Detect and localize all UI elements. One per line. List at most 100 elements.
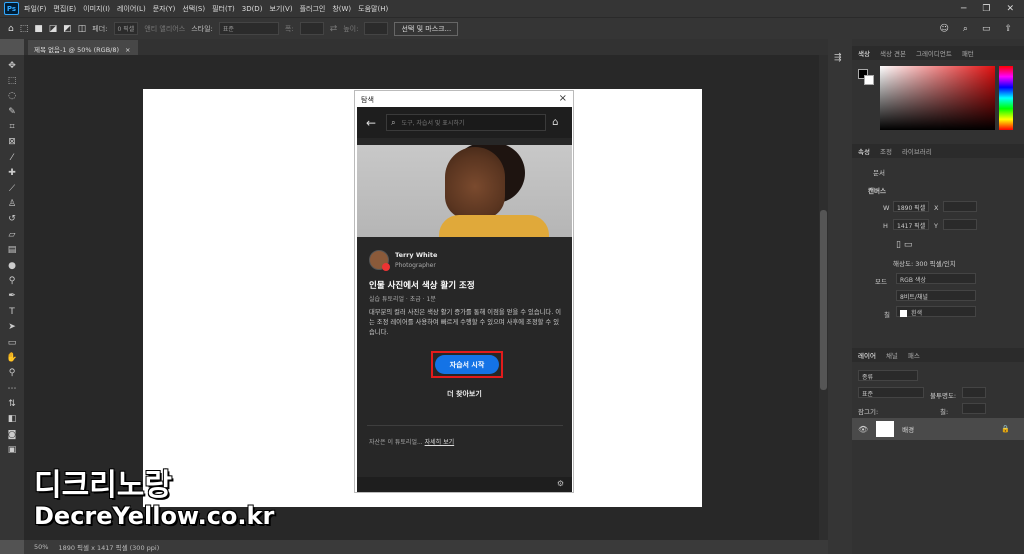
zoom-level[interactable]: 50%: [34, 543, 48, 551]
swap-icon[interactable]: ⇄: [330, 24, 338, 34]
menu-window[interactable]: 창(W): [332, 4, 351, 14]
tab-channels[interactable]: 채널: [886, 350, 898, 360]
document-tab[interactable]: 제목 없음-1 @ 50% (RGB/8) ×: [28, 40, 138, 55]
blur-tool-icon[interactable]: ●: [4, 259, 20, 272]
dodge-tool-icon[interactable]: ⚲: [4, 274, 20, 287]
scrollbar-thumb[interactable]: [820, 210, 827, 390]
dialog-close-icon[interactable]: ×: [559, 93, 567, 104]
menu-layer[interactable]: 레이어(L): [117, 4, 146, 14]
search-icon[interactable]: ⌕: [963, 24, 968, 34]
fill-value: 흰색: [911, 310, 923, 317]
menu-file[interactable]: 파일(F): [24, 4, 46, 14]
menu-image[interactable]: 이미지(I): [83, 4, 110, 14]
healing-brush-tool-icon[interactable]: ✚: [4, 167, 20, 180]
eyedropper-tool-icon[interactable]: ⁄: [4, 151, 20, 164]
tab-swatches[interactable]: 색상 견본: [880, 48, 906, 58]
tab-patterns[interactable]: 패턴: [962, 48, 974, 58]
menu-view[interactable]: 보기(V): [269, 4, 292, 14]
opacity-input[interactable]: [962, 387, 986, 398]
mode-select[interactable]: RGB 색상: [896, 273, 976, 284]
new-selection-icon[interactable]: ■: [34, 24, 43, 34]
orientation-icon[interactable]: ▯ ▭: [896, 240, 912, 250]
find-more-button[interactable]: 더 찾아보기: [357, 389, 572, 399]
canvas-height-input[interactable]: 1417 픽셀: [893, 219, 929, 230]
background-color-swatch[interactable]: [864, 75, 874, 85]
tab-properties[interactable]: 속성: [858, 146, 870, 156]
antialias-checkbox[interactable]: 앤티 앨리어스: [144, 24, 185, 34]
quick-mask-icon[interactable]: ◙: [4, 428, 20, 441]
color-picker-field[interactable]: [880, 66, 995, 130]
history-panel-icon[interactable]: ⇶: [834, 53, 842, 63]
close-window-icon[interactable]: ✕: [1006, 4, 1014, 14]
visibility-eye-icon[interactable]: 👁: [858, 425, 868, 434]
bit-depth-select[interactable]: 8비트/채널: [896, 290, 976, 301]
home-icon[interactable]: ⌂: [8, 24, 14, 34]
learn-more-link[interactable]: 자세히 보기: [425, 439, 455, 446]
tab-adjustments[interactable]: 조정: [880, 146, 892, 156]
menu-plugins[interactable]: 플러그인: [300, 4, 326, 14]
share-icon[interactable]: ⇪: [1004, 24, 1012, 34]
style-select[interactable]: 표준: [218, 22, 279, 35]
feather-input[interactable]: 0 픽셀: [113, 22, 139, 35]
menu-edit[interactable]: 편집(E): [53, 4, 76, 14]
pen-tool-icon[interactable]: ✒: [4, 290, 20, 303]
layer-fill-input[interactable]: [962, 403, 986, 414]
eraser-tool-icon[interactable]: ▱: [4, 228, 20, 241]
canvas-width-input[interactable]: 1890 픽셀: [893, 201, 929, 212]
menu-3d[interactable]: 3D(D): [242, 5, 263, 13]
minimize-icon[interactable]: ─: [961, 4, 966, 14]
foreground-background-colors-icon[interactable]: ◧: [4, 413, 20, 426]
tab-layers[interactable]: 레이어: [858, 350, 876, 360]
discover-search-input[interactable]: ⌕ 도구, 자습서 및 표시하기: [386, 114, 547, 131]
start-tutorial-button[interactable]: 자습서 시작: [435, 355, 499, 374]
more-tools-icon[interactable]: ⋯: [4, 382, 20, 395]
close-tab-icon[interactable]: ×: [125, 46, 130, 54]
layer-row-background[interactable]: 👁 배경 🔒: [852, 418, 1024, 440]
canvas-y-input[interactable]: [943, 219, 977, 230]
tab-paths[interactable]: 패스: [908, 350, 920, 360]
type-tool-icon[interactable]: T: [4, 305, 20, 318]
swap-colors-icon[interactable]: ⇅: [4, 398, 20, 411]
gear-icon[interactable]: ⚙: [557, 479, 564, 488]
maximize-icon[interactable]: ❐: [982, 4, 990, 14]
intersect-selection-icon[interactable]: ◫: [78, 24, 87, 34]
rectangle-tool-icon[interactable]: ▭: [4, 336, 20, 349]
marquee-tool-preset-icon[interactable]: ⬚: [20, 24, 29, 34]
layer-kind-filter[interactable]: 종류: [858, 370, 918, 381]
discover-home-icon[interactable]: ⌂: [552, 117, 558, 128]
crop-tool-icon[interactable]: ⌗: [4, 121, 20, 134]
tab-color[interactable]: 색상: [858, 48, 870, 58]
lock-icon[interactable]: 🔒: [1001, 425, 1010, 433]
width-input[interactable]: [299, 22, 324, 35]
workspace-icon[interactable]: ▭: [982, 24, 991, 34]
history-brush-tool-icon[interactable]: ↺: [4, 213, 20, 226]
select-and-mask-button[interactable]: 선택 및 마스크...: [394, 21, 459, 36]
quick-select-tool-icon[interactable]: ✎: [4, 105, 20, 118]
fill-select[interactable]: 흰색: [896, 306, 976, 317]
hue-slider[interactable]: [999, 66, 1013, 130]
height-input[interactable]: [364, 22, 389, 35]
gradient-tool-icon[interactable]: ▤: [4, 244, 20, 257]
add-selection-icon[interactable]: ◪: [49, 24, 58, 34]
path-selection-tool-icon[interactable]: ➤: [4, 321, 20, 334]
blend-mode-select[interactable]: 표준: [858, 387, 924, 398]
menu-filter[interactable]: 필터(T): [212, 4, 235, 14]
menu-select[interactable]: 선택(S): [182, 4, 205, 14]
marquee-tool-icon[interactable]: ⬚: [4, 74, 20, 87]
hand-tool-icon[interactable]: ✋: [4, 351, 20, 364]
menu-help[interactable]: 도움말(H): [358, 4, 388, 14]
screen-mode-icon[interactable]: ▣: [4, 444, 20, 457]
brush-tool-icon[interactable]: ⟋: [4, 182, 20, 195]
menu-type[interactable]: 문자(Y): [153, 4, 176, 14]
zoom-tool-icon[interactable]: ⚲: [4, 367, 20, 380]
canvas-x-input[interactable]: [943, 201, 977, 212]
frame-tool-icon[interactable]: ⊠: [4, 136, 20, 149]
move-tool-icon[interactable]: ✥: [4, 59, 20, 72]
subtract-selection-icon[interactable]: ◩: [63, 24, 72, 34]
lasso-tool-icon[interactable]: ◌: [4, 90, 20, 103]
tab-gradients[interactable]: 그레이디언트: [916, 48, 952, 58]
back-arrow-icon[interactable]: ←: [366, 116, 376, 130]
tab-libraries[interactable]: 라이브러리: [902, 146, 932, 156]
clone-stamp-tool-icon[interactable]: ♙: [4, 198, 20, 211]
user-icon[interactable]: ☺: [940, 24, 949, 34]
